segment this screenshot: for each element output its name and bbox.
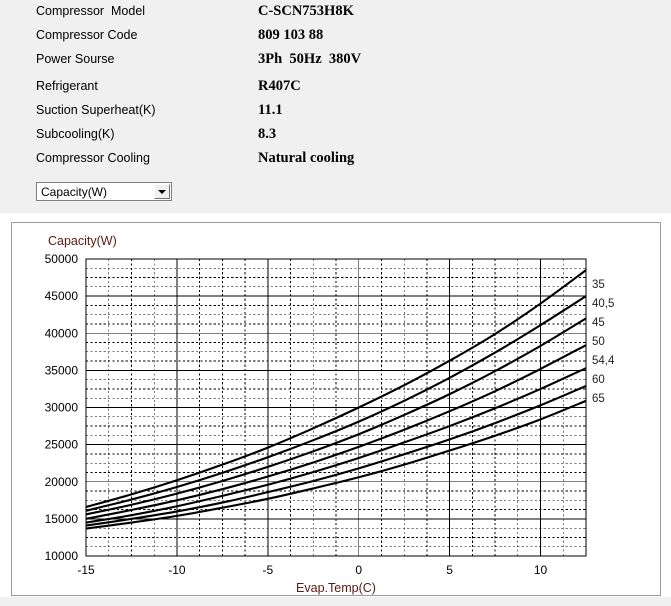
svg-text:15000: 15000 xyxy=(45,512,79,526)
parameter-select-value: Capacity(W) xyxy=(41,185,108,199)
spec-value-compressor-code: 809 103 88 xyxy=(258,27,324,43)
svg-text:20000: 20000 xyxy=(45,475,79,489)
legend-item: 45 xyxy=(592,317,605,329)
spec-value-power-sourse: 3Ph 50Hz 380V xyxy=(258,51,362,67)
legend-item: 40,5 xyxy=(592,298,615,310)
compressor-spec-panel: Compressor Model C-SCN753H8K Compressor … xyxy=(0,0,671,213)
spec-value-compressor-model: C-SCN753H8K xyxy=(258,3,354,19)
svg-text:45000: 45000 xyxy=(45,289,79,303)
spec-row: Compressor Code 809 103 88 xyxy=(36,27,636,52)
spec-label-compressor-code: Compressor Code xyxy=(36,28,138,42)
spec-label-suction-superheat: Suction Superheat(K) xyxy=(36,103,156,117)
legend-item: 35 xyxy=(592,279,605,291)
spec-row: Compressor Model C-SCN753H8K xyxy=(36,3,636,28)
spec-label-compressor-model: Compressor Model xyxy=(36,4,146,18)
chart-legend: 35 40,5 45 50 54,4 60 65 xyxy=(592,276,652,409)
svg-text:-5: -5 xyxy=(262,563,273,577)
svg-text:-15: -15 xyxy=(77,563,95,577)
svg-text:10: 10 xyxy=(534,563,548,577)
legend-item: 54,4 xyxy=(592,355,615,367)
spec-row: Power Sourse 3Ph 50Hz 380V xyxy=(36,51,636,76)
spec-row: Compressor Cooling Natural cooling xyxy=(36,150,636,175)
spec-value-refrigerant: R407C xyxy=(258,78,301,94)
legend-item: 50 xyxy=(592,336,605,348)
chart-panel: 10000 15000 20000 25000 30000 35000 40000 45000… xyxy=(11,222,661,596)
svg-text:10000: 10000 xyxy=(45,549,79,563)
svg-text:30000: 30000 xyxy=(45,401,79,415)
svg-text:35000: 35000 xyxy=(45,363,79,377)
svg-text:-10: -10 xyxy=(168,563,186,577)
spec-value-compressor-cooling: Natural cooling xyxy=(258,150,355,166)
spec-row: Suction Superheat(K) 11.1 xyxy=(36,102,636,127)
spec-row: Subcooling(K) 8.3 xyxy=(36,126,636,151)
spec-value-suction-superheat: 11.1 xyxy=(258,102,283,118)
bottom-strip xyxy=(0,597,671,606)
parameter-select-dropdown[interactable]: Capacity(W) xyxy=(36,182,172,201)
legend-item: 60 xyxy=(592,374,605,386)
svg-text:0: 0 xyxy=(355,563,362,577)
svg-text:5: 5 xyxy=(446,563,453,577)
spec-label-refrigerant: Refrigerant xyxy=(36,79,98,93)
svg-text:25000: 25000 xyxy=(45,438,79,452)
capacity-chart: 10000 15000 20000 25000 30000 35000 40000 45000… xyxy=(45,234,587,595)
svg-text:Evap.Temp(C): Evap.Temp(C) xyxy=(296,581,376,595)
spec-label-compressor-cooling: Compressor Cooling xyxy=(36,151,150,165)
svg-text:50000: 50000 xyxy=(45,252,79,266)
svg-text:Capacity(W): Capacity(W) xyxy=(48,234,117,248)
svg-text:40000: 40000 xyxy=(45,326,79,340)
spec-value-subcooling: 8.3 xyxy=(258,126,277,142)
legend-item: 65 xyxy=(592,393,605,405)
spec-label-subcooling: Subcooling(K) xyxy=(36,127,115,141)
chevron-down-icon xyxy=(158,190,166,194)
spec-label-power-sourse: Power Sourse xyxy=(36,52,115,66)
parameter-select-button[interactable] xyxy=(154,184,170,199)
spec-row: Refrigerant R407C xyxy=(36,78,636,103)
